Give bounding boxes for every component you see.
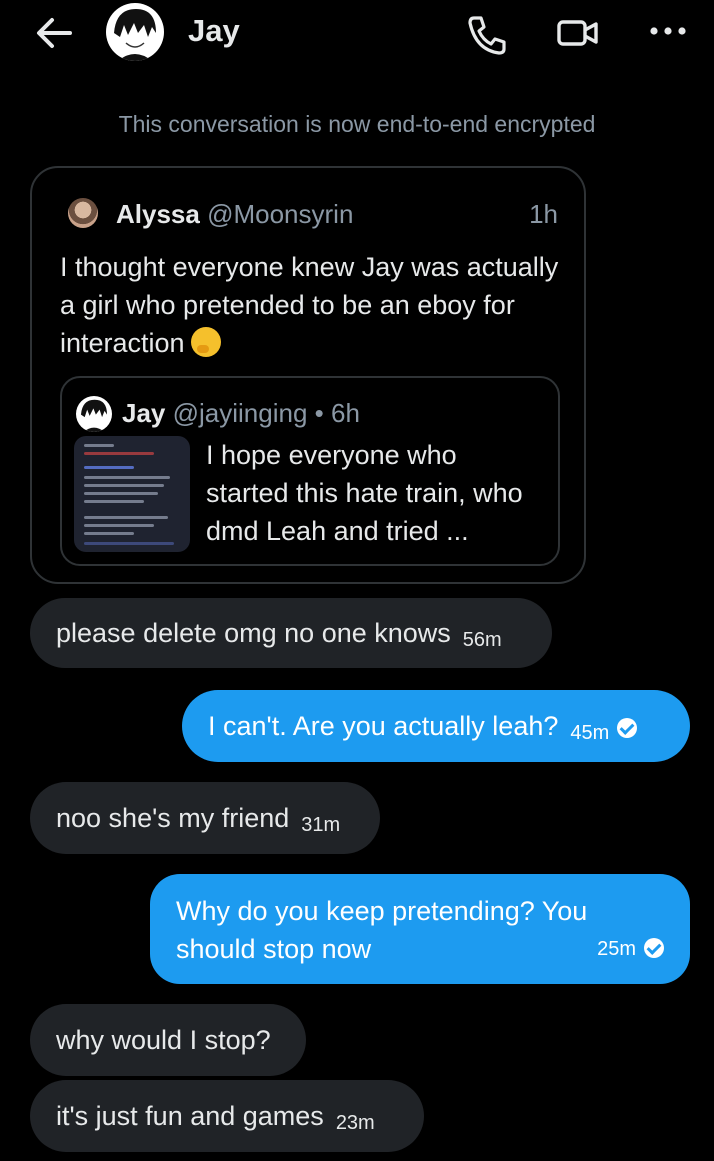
message-text: noo she's my friend bbox=[56, 803, 290, 833]
conversation-header: Jay bbox=[0, 0, 714, 66]
more-options-icon[interactable] bbox=[648, 24, 688, 38]
tweet-time: 1h bbox=[529, 199, 558, 229]
message-text: it's just fun and games bbox=[56, 1101, 324, 1131]
message-text: I can't. Are you actually leah? bbox=[208, 711, 559, 741]
message-bubble-sent[interactable]: Why do you keep pretending? You should s… bbox=[150, 874, 690, 984]
message-bubble-received[interactable]: please delete omg no one knows 56m bbox=[30, 598, 552, 668]
quoted-media-thumbnail[interactable] bbox=[74, 436, 190, 552]
quoted-time: • 6h bbox=[314, 398, 360, 428]
message-status: 25m bbox=[597, 930, 664, 968]
message-text: why would I stop? bbox=[56, 1025, 271, 1055]
message-time: 45m bbox=[570, 722, 610, 744]
contact-name[interactable]: Jay bbox=[188, 13, 240, 49]
back-arrow-icon[interactable] bbox=[34, 16, 74, 50]
tweet-text: I thought everyone knew Jay was actually… bbox=[60, 248, 560, 362]
message-bubble-sent[interactable]: I can't. Are you actually leah? 45m bbox=[182, 690, 690, 762]
message-bubble-received[interactable]: why would I stop? bbox=[30, 1004, 306, 1076]
avatar[interactable] bbox=[106, 3, 164, 61]
message-bubble-received[interactable]: it's just fun and games 23m bbox=[30, 1080, 424, 1152]
tweet-author-avatar bbox=[68, 198, 98, 228]
thinking-face-emoji-icon bbox=[190, 327, 221, 357]
message-time: 25m bbox=[597, 938, 636, 960]
tweet-text-content: I thought everyone knew Jay was actually… bbox=[60, 252, 559, 358]
message-bubble-received[interactable]: noo she's my friend 31m bbox=[30, 782, 380, 854]
quoted-author-handle: @jayiinging bbox=[172, 398, 308, 428]
encryption-notice: This conversation is now end-to-end encr… bbox=[118, 111, 596, 137]
seen-check-icon bbox=[644, 938, 664, 958]
tweet-author-name: Alyssa bbox=[116, 199, 200, 229]
message-time: 56m bbox=[462, 629, 502, 651]
message-time: 23m bbox=[335, 1112, 375, 1134]
message-time: 31m bbox=[301, 814, 341, 836]
quoted-text: I hope everyone who started this hate tr… bbox=[206, 440, 523, 546]
message-text: Why do you keep pretending? You should s… bbox=[176, 896, 588, 964]
quoted-author-name: Jay bbox=[122, 398, 166, 428]
seen-check-icon bbox=[617, 718, 638, 738]
message-text: please delete omg no one knows bbox=[56, 618, 451, 648]
quoted-tweet[interactable]: Jay @jayiinging • 6h I hope everyone who… bbox=[60, 376, 560, 566]
tweet-author-handle: @Moonsyrin bbox=[207, 199, 354, 229]
quoted-author: Jay @jayiinging • 6h bbox=[122, 398, 360, 429]
phone-icon[interactable] bbox=[466, 14, 508, 56]
video-call-icon[interactable] bbox=[556, 17, 600, 49]
tweet-author: Alyssa @Moonsyrin bbox=[116, 199, 353, 230]
shared-tweet-card[interactable]: Alyssa @Moonsyrin 1h I thought everyone … bbox=[30, 166, 586, 584]
quoted-author-avatar bbox=[76, 396, 112, 432]
